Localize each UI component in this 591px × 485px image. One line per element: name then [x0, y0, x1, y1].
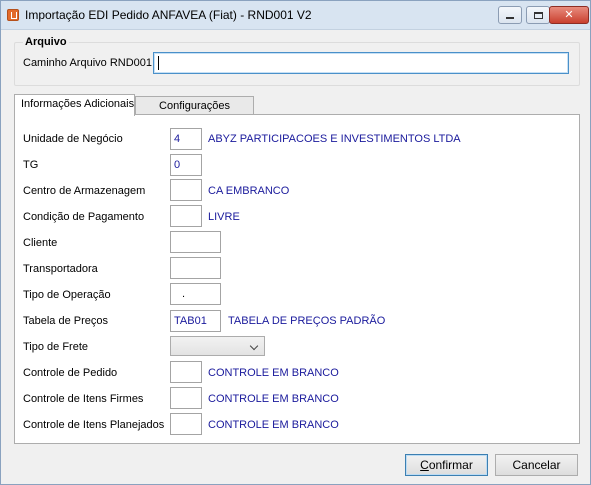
- tipo-frete-label: Tipo de Frete: [23, 341, 89, 353]
- confirmar-mnemonic: C: [420, 458, 429, 472]
- maximize-button[interactable]: [526, 6, 550, 24]
- path-input[interactable]: [153, 52, 569, 74]
- unidade-input[interactable]: 4: [170, 128, 202, 150]
- tabela-precos-input[interactable]: TAB01: [170, 310, 221, 332]
- controle-pedido-desc: CONTROLE EM BRANCO: [208, 367, 339, 379]
- transportadora-input[interactable]: [170, 257, 221, 279]
- controle-planejados-desc: CONTROLE EM BRANCO: [208, 419, 339, 431]
- confirmar-button[interactable]: Confirmar: [405, 454, 488, 476]
- unidade-desc: ABYZ PARTICIPACOES E INVESTIMENTOS LTDA: [208, 133, 461, 145]
- controle-firmes-desc: CONTROLE EM BRANCO: [208, 393, 339, 405]
- tipo-operacao-input[interactable]: .: [170, 283, 221, 305]
- text-caret: [158, 56, 159, 70]
- condicao-label: Condição de Pagamento: [23, 211, 145, 223]
- path-label: Caminho Arquivo RND001: [23, 57, 153, 69]
- transportadora-label: Transportadora: [23, 263, 98, 275]
- unidade-label: Unidade de Negócio: [23, 133, 123, 145]
- condicao-desc: LIVRE: [208, 211, 240, 223]
- controle-firmes-label: Controle de Itens Firmes: [23, 393, 144, 405]
- centro-desc: CA EMBRANCO: [208, 185, 290, 197]
- tab-informacoes-adicionais[interactable]: Informações Adicionais: [14, 94, 135, 116]
- cancelar-button[interactable]: Cancelar: [495, 454, 578, 476]
- close-button[interactable]: ✕: [549, 6, 589, 24]
- tipo-operacao-label: Tipo de Operação: [23, 289, 111, 301]
- confirmar-label: onfirmar: [428, 458, 473, 472]
- tab-configuracoes[interactable]: Configurações: [135, 96, 254, 116]
- app-icon: [7, 9, 19, 21]
- tabela-precos-desc: TABELA DE PREÇOS PADRÃO: [228, 315, 386, 327]
- controle-pedido-label: Controle de Pedido: [23, 367, 118, 379]
- condicao-input[interactable]: [170, 205, 202, 227]
- centro-label: Centro de Armazenagem: [23, 185, 146, 197]
- controle-planejados-label: Controle de Itens Planejados: [23, 419, 165, 431]
- cliente-input[interactable]: [170, 231, 221, 253]
- minimize-button[interactable]: [498, 6, 522, 24]
- centro-input[interactable]: [170, 179, 202, 201]
- controle-planejados-input[interactable]: [170, 413, 202, 435]
- window-title: Importação EDI Pedido ANFAVEA (Fiat) - R…: [25, 8, 312, 22]
- dialog-window: Importação EDI Pedido ANFAVEA (Fiat) - R…: [0, 0, 591, 485]
- minimize-icon: [506, 16, 514, 19]
- chevron-down-icon: [249, 341, 259, 351]
- cliente-label: Cliente: [23, 237, 58, 249]
- close-icon: ✕: [564, 8, 574, 21]
- tg-input[interactable]: 0: [170, 154, 202, 176]
- arquivo-group-label: Arquivo: [23, 36, 69, 48]
- title-bar[interactable]: Importação EDI Pedido ANFAVEA (Fiat) - R…: [1, 1, 590, 30]
- tg-label: TG: [23, 159, 39, 171]
- tabela-precos-label: Tabela de Preços: [23, 315, 108, 327]
- controle-pedido-input[interactable]: [170, 361, 202, 383]
- maximize-icon: [533, 11, 543, 19]
- tipo-frete-select[interactable]: [170, 336, 265, 356]
- controle-firmes-input[interactable]: [170, 387, 202, 409]
